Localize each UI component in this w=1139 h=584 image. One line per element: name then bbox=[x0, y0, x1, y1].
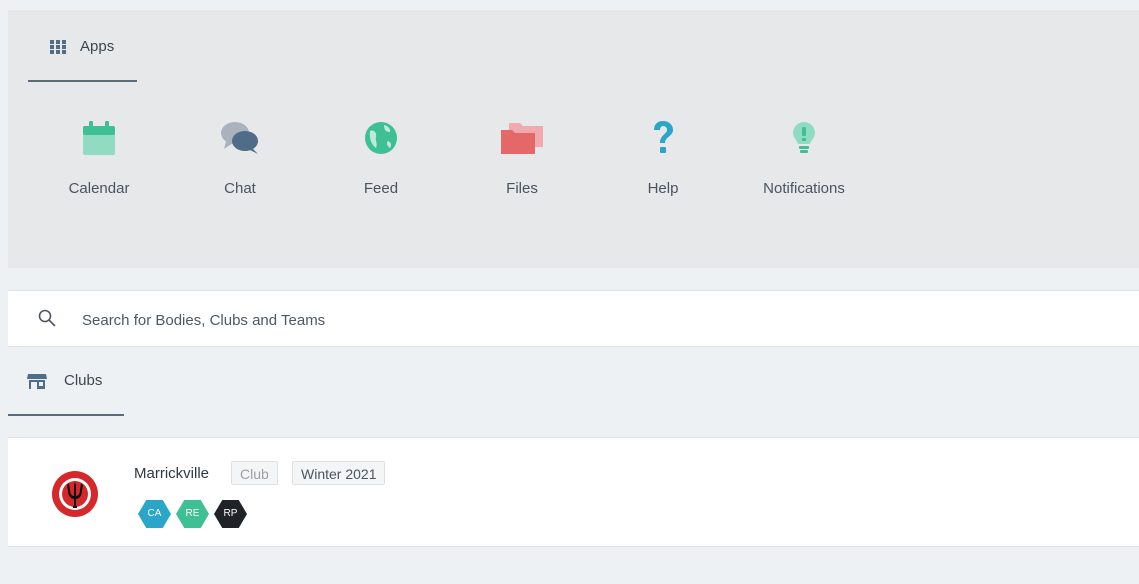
lightbulb-icon bbox=[754, 118, 854, 158]
club-card[interactable]: Marrickville Club Winter 2021 CA RE RP bbox=[8, 437, 1139, 547]
storefront-icon bbox=[27, 373, 47, 394]
chat-icon bbox=[190, 118, 290, 158]
folder-icon bbox=[472, 118, 572, 158]
app-chat-label: Chat bbox=[224, 180, 256, 197]
app-feed[interactable]: Feed bbox=[331, 118, 431, 214]
tab-apps[interactable]: Apps bbox=[28, 10, 137, 82]
season-tag: Winter 2021 bbox=[292, 461, 386, 485]
trident-crest-logo bbox=[51, 470, 99, 518]
app-help[interactable]: Help bbox=[613, 118, 713, 214]
app-files[interactable]: Files bbox=[472, 118, 572, 214]
club-name[interactable]: Marrickville bbox=[134, 465, 209, 482]
search-icon bbox=[38, 309, 56, 332]
badge-re: RE bbox=[176, 500, 209, 528]
app-calendar[interactable]: Calendar bbox=[49, 118, 149, 214]
app-calendar-label: Calendar bbox=[68, 180, 130, 197]
badge-ca: CA bbox=[138, 500, 171, 528]
search-input[interactable] bbox=[80, 305, 984, 335]
tab-apps-label: Apps bbox=[80, 38, 115, 55]
tab-clubs[interactable]: Clubs bbox=[8, 348, 124, 416]
app-notifications[interactable]: Notifications bbox=[754, 118, 854, 214]
calendar-icon bbox=[49, 118, 149, 158]
app-files-label: Files bbox=[506, 180, 538, 197]
app-notifications-label: Notifications bbox=[763, 180, 845, 197]
tab-clubs-label: Clubs bbox=[64, 372, 103, 389]
globe-icon bbox=[331, 118, 431, 158]
grid-icon bbox=[50, 40, 66, 59]
club-type-tag: Club bbox=[231, 461, 278, 485]
badge-rp: RP bbox=[214, 500, 247, 528]
search-bar bbox=[8, 290, 1139, 347]
app-chat[interactable]: Chat bbox=[190, 118, 290, 214]
apps-panel: Apps Calendar Chat Feed Files Help Notif… bbox=[8, 10, 1139, 268]
app-help-label: Help bbox=[647, 180, 679, 197]
question-icon bbox=[613, 118, 713, 158]
app-feed-label: Feed bbox=[363, 180, 399, 197]
